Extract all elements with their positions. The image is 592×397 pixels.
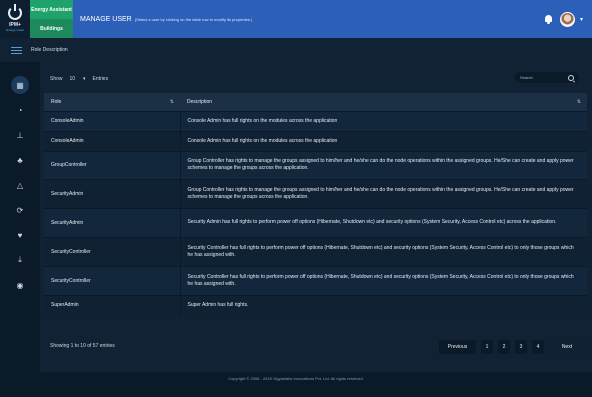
buildings-button[interactable]: Buildings: [30, 19, 73, 38]
hierarchy-icon[interactable]: ⊥: [11, 126, 29, 144]
page-button-1[interactable]: 1: [481, 340, 493, 354]
table-row[interactable]: SecurityAdmin Security Admin has full ri…: [44, 207, 587, 237]
download-icon[interactable]: ⤓: [11, 251, 29, 269]
logo-tagline: Energy smart: [6, 28, 24, 32]
sort-icon[interactable]: ⇅: [170, 99, 174, 105]
table-row[interactable]: SecurityAdmin Group Controller has right…: [44, 178, 587, 208]
description-cell: Security Admin has full rights to perfor…: [180, 207, 587, 237]
column-header-role[interactable]: Role ⇅: [44, 93, 180, 111]
previous-button[interactable]: Previous: [439, 340, 476, 354]
app-logo[interactable]: IPM+ Energy smart: [0, 0, 30, 38]
heartbeat-icon[interactable]: ♥: [11, 226, 29, 244]
table-row[interactable]: GroupController Group Controller has rig…: [44, 150, 587, 179]
entries-info: Showing 1 to 10 of 57 entries: [50, 343, 115, 349]
pagination: Previous 1 2 3 4 Next: [434, 340, 585, 354]
sort-icon[interactable]: ⇅: [577, 99, 581, 105]
copyright-text: Copyright © 2008 - 2019 Vigyanlabs Innov…: [228, 376, 364, 381]
top-bar: IPM+ Energy smart Energy Assistant Build…: [0, 0, 592, 38]
network-icon[interactable]: △: [11, 176, 29, 194]
breadcrumb: Role Description: [31, 47, 68, 53]
role-cell: SuperAdmin: [44, 294, 181, 315]
description-cell: Console Admin has full rights on the mod…: [180, 130, 587, 151]
bell-icon[interactable]: [544, 14, 553, 24]
roles-table: Role ⇅ Description ⇅ ConsoleAdmin Console …: [44, 93, 587, 315]
role-cell: SecurityController: [44, 265, 181, 295]
avatar[interactable]: [559, 11, 575, 27]
content-panel: Show 10 ▾ Entries Search Role ⇅ Descripti…: [40, 62, 592, 372]
description-cell: Security Controller has full rights to p…: [180, 236, 587, 266]
role-cell: GroupController: [44, 150, 181, 179]
role-cell: ConsoleAdmin: [44, 130, 181, 151]
column-header-description[interactable]: Description ⇅: [180, 93, 587, 111]
page-size-control: Show 10 ▾ Entries: [50, 74, 108, 84]
description-cell: Console Admin has full rights on the mod…: [180, 110, 587, 131]
table-row[interactable]: ConsoleAdmin Console Admin has full righ…: [44, 110, 587, 131]
search-icon: [568, 74, 574, 81]
role-cell: ConsoleAdmin: [44, 110, 181, 131]
chevron-down-icon[interactable]: ▾: [580, 16, 583, 23]
role-cell: SecurityAdmin: [44, 207, 181, 237]
search-placeholder: Search: [520, 75, 533, 80]
devices-icon[interactable]: ♣: [11, 151, 29, 169]
page-button-4[interactable]: 4: [532, 340, 544, 354]
description-cell: Security Controller has full rights to p…: [180, 265, 587, 295]
table-row[interactable]: ConsoleAdmin Console Admin has full righ…: [44, 130, 587, 151]
pie-chart-icon[interactable]: ◔: [11, 101, 29, 119]
entries-label: Entries: [92, 76, 109, 82]
energy-assistant-button[interactable]: Energy Assistant: [30, 0, 73, 19]
table-row[interactable]: SecurityController Security Controller h…: [44, 236, 587, 266]
next-button[interactable]: Next: [549, 340, 585, 354]
search-input[interactable]: Search: [515, 72, 579, 83]
hamburger-icon[interactable]: [11, 45, 22, 56]
chevron-down-icon: ▾: [83, 76, 86, 82]
page-button-3[interactable]: 3: [515, 340, 527, 354]
sub-header: Role Description: [0, 38, 592, 62]
table-row[interactable]: SuperAdmin Super Admin has full rights.: [44, 294, 587, 315]
description-cell: Super Admin has full rights.: [180, 294, 587, 315]
role-cell: SecurityAdmin: [44, 178, 181, 208]
user-icon[interactable]: ◉: [11, 276, 29, 294]
refresh-icon[interactable]: ⟳: [11, 201, 29, 219]
description-cell: Group Controller has rights to manage th…: [180, 178, 587, 208]
title-bar: MANAGE USER (Select a user by clicking o…: [73, 0, 592, 38]
power-icon: [8, 4, 22, 20]
table-row[interactable]: SecurityController Security Controller h…: [44, 265, 587, 295]
role-cell: SecurityController: [44, 236, 181, 266]
column-role-label: Role: [51, 98, 62, 105]
dashboard-icon[interactable]: ▦: [11, 76, 29, 94]
page-size-select[interactable]: 10 ▾: [68, 74, 88, 84]
sidebar: ▦ ◔ ⊥ ♣ △ ⟳ ♥ ⤓ ◉: [0, 62, 40, 372]
page-title: MANAGE USER: [80, 15, 132, 23]
page-button-2[interactable]: 2: [498, 340, 510, 354]
page-size-value: 10: [69, 76, 76, 82]
description-cell: Group Controller has rights to manage th…: [180, 150, 587, 179]
app-switcher: Energy Assistant Buildings: [30, 0, 73, 38]
show-label: Show: [50, 76, 63, 82]
column-description-label: Description: [187, 98, 213, 105]
page-hint: (Select a user by clicking on the table …: [134, 16, 253, 22]
